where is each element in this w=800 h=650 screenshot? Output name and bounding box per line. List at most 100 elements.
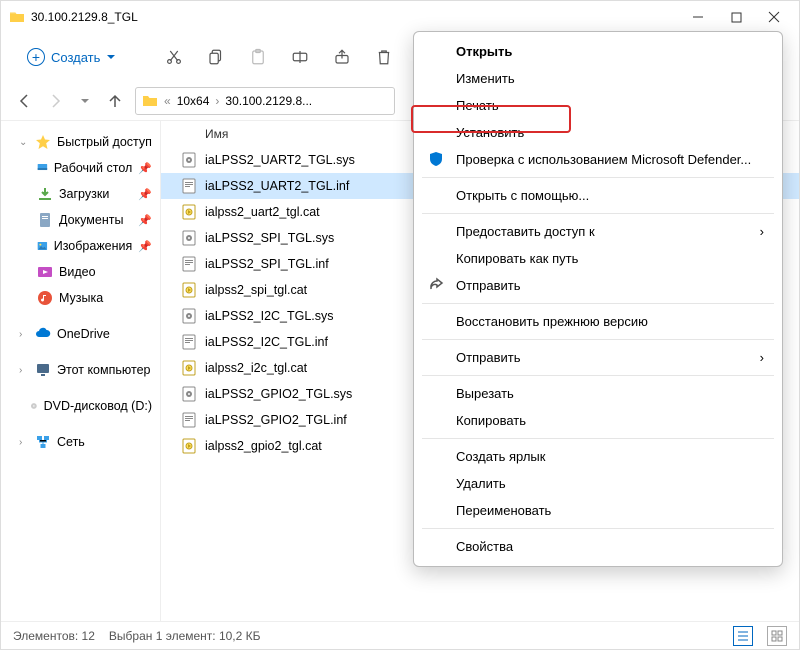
breadcrumb-1[interactable]: 10x64: [177, 94, 210, 108]
separator: [422, 375, 774, 376]
new-label: Создать: [51, 50, 100, 65]
file-name: iaLPSS2_GPIO2_TGL.sys: [205, 387, 415, 401]
desktop-icon: [37, 160, 48, 176]
copy-icon[interactable]: [200, 41, 232, 73]
window-controls: [691, 10, 791, 24]
sidebar-item-network[interactable]: ›Сеть: [1, 429, 160, 455]
up-button[interactable]: [105, 93, 125, 109]
separator: [422, 177, 774, 178]
pc-icon: [35, 362, 51, 378]
sidebar-item-dvd[interactable]: ›DVD-дисковод (D:): [1, 393, 160, 419]
ctx-props[interactable]: Свойства: [414, 533, 782, 560]
ctx-shortcut[interactable]: Создать ярлык: [414, 443, 782, 470]
ctx-rename[interactable]: Переименовать: [414, 497, 782, 524]
view-details-button[interactable]: [733, 626, 753, 646]
separator: [422, 438, 774, 439]
sidebar-item-music[interactable]: Музыка: [1, 285, 160, 311]
file-name: iaLPSS2_I2C_TGL.inf: [205, 335, 415, 349]
shield-icon: [428, 151, 444, 167]
sidebar-item-pictures[interactable]: Изображения📌: [1, 233, 160, 259]
ctx-openwith[interactable]: Открыть с помощью...: [414, 182, 782, 209]
minimize-button[interactable]: [691, 10, 705, 24]
music-icon: [37, 290, 53, 306]
sidebar-item-onedrive[interactable]: ›OneDrive: [1, 321, 160, 347]
sidebar: ⌄Быстрый доступ Рабочий стол📌 Загрузки📌 …: [1, 121, 161, 621]
breadcrumb-2[interactable]: 30.100.2129.8...: [225, 94, 312, 108]
paste-icon[interactable]: [242, 41, 274, 73]
separator: [422, 303, 774, 304]
chevron-down-icon: ⌄: [19, 137, 29, 148]
ctx-edit[interactable]: Изменить: [414, 65, 782, 92]
sidebar-item-thispc[interactable]: ›Этот компьютер: [1, 357, 160, 383]
share-icon[interactable]: [326, 41, 358, 73]
ctx-sendto[interactable]: Отправить: [414, 272, 782, 299]
status-selected: Выбран 1 элемент: 10,2 КБ: [109, 629, 261, 643]
sidebar-item-downloads[interactable]: Загрузки📌: [1, 181, 160, 207]
recent-button[interactable]: [75, 96, 95, 106]
network-icon: [35, 434, 51, 450]
ctx-restore[interactable]: Восстановить прежнюю версию: [414, 308, 782, 335]
ctx-print[interactable]: Печать: [414, 92, 782, 119]
ctx-sendto2[interactable]: Отправить›: [414, 344, 782, 371]
file-name: iaLPSS2_UART2_TGL.sys: [205, 153, 415, 167]
delete-icon[interactable]: [368, 41, 400, 73]
ctx-cut[interactable]: Вырезать: [414, 380, 782, 407]
close-button[interactable]: [767, 10, 781, 24]
titlebar: 30.100.2129.8_TGL: [1, 1, 799, 33]
file-name: iaLPSS2_SPI_TGL.inf: [205, 257, 415, 271]
ctx-share[interactable]: Предоставить доступ к›: [414, 218, 782, 245]
chevron-right-icon: ›: [19, 329, 29, 340]
separator: [422, 528, 774, 529]
cloud-icon: [35, 326, 51, 342]
chevron-right-icon: ›: [760, 350, 764, 365]
ctx-delete[interactable]: Удалить: [414, 470, 782, 497]
sidebar-item-video[interactable]: Видео: [1, 259, 160, 285]
star-icon: [35, 134, 51, 150]
file-name: iaLPSS2_SPI_TGL.sys: [205, 231, 415, 245]
sidebar-item-quick[interactable]: ⌄Быстрый доступ: [1, 129, 160, 155]
window-title: 30.100.2129.8_TGL: [31, 10, 691, 24]
breadcrumb-prefix: «: [164, 94, 171, 108]
video-icon: [37, 264, 53, 280]
rename-icon[interactable]: [284, 41, 316, 73]
chevron-right-icon: ›: [215, 94, 219, 108]
pin-icon: 📌: [138, 162, 152, 175]
status-count: Элементов: 12: [13, 629, 95, 643]
sidebar-item-documents[interactable]: Документы📌: [1, 207, 160, 233]
pictures-icon: [37, 238, 48, 254]
folder-icon: [9, 9, 25, 25]
pin-icon: 📌: [138, 188, 152, 201]
separator: [422, 339, 774, 340]
download-icon: [37, 186, 53, 202]
file-name: ialpss2_i2c_tgl.cat: [205, 361, 415, 375]
file-name: iaLPSS2_I2C_TGL.sys: [205, 309, 415, 323]
folder-icon: [142, 93, 158, 109]
separator: [422, 213, 774, 214]
file-name: ialpss2_spi_tgl.cat: [205, 283, 415, 297]
forward-button[interactable]: [45, 93, 65, 109]
chevron-right-icon: ›: [19, 437, 29, 448]
file-name: iaLPSS2_UART2_TGL.inf: [205, 179, 415, 193]
plus-icon: +: [27, 48, 45, 66]
ctx-open[interactable]: Открыть: [414, 38, 782, 65]
new-button[interactable]: + Создать: [19, 44, 124, 70]
view-icons-button[interactable]: [767, 626, 787, 646]
document-icon: [37, 212, 53, 228]
file-name: iaLPSS2_GPIO2_TGL.inf: [205, 413, 415, 427]
ctx-copypath[interactable]: Копировать как путь: [414, 245, 782, 272]
ctx-install[interactable]: Установить: [414, 119, 782, 146]
dvd-icon: [30, 398, 38, 414]
context-menu: Открыть Изменить Печать Установить Прове…: [413, 31, 783, 567]
pin-icon: 📌: [138, 214, 152, 227]
address-bar[interactable]: « 10x64 › 30.100.2129.8...: [135, 87, 395, 115]
ctx-copy[interactable]: Копировать: [414, 407, 782, 434]
maximize-button[interactable]: [729, 10, 743, 24]
back-button[interactable]: [15, 93, 35, 109]
chevron-down-icon: [106, 52, 116, 62]
cut-icon[interactable]: [158, 41, 190, 73]
ctx-defender[interactable]: Проверка с использованием Microsoft Defe…: [414, 146, 782, 173]
pin-icon: 📌: [138, 240, 152, 253]
sidebar-item-desktop[interactable]: Рабочий стол📌: [1, 155, 160, 181]
file-name: ialpss2_gpio2_tgl.cat: [205, 439, 415, 453]
column-name[interactable]: Имя: [205, 127, 415, 141]
